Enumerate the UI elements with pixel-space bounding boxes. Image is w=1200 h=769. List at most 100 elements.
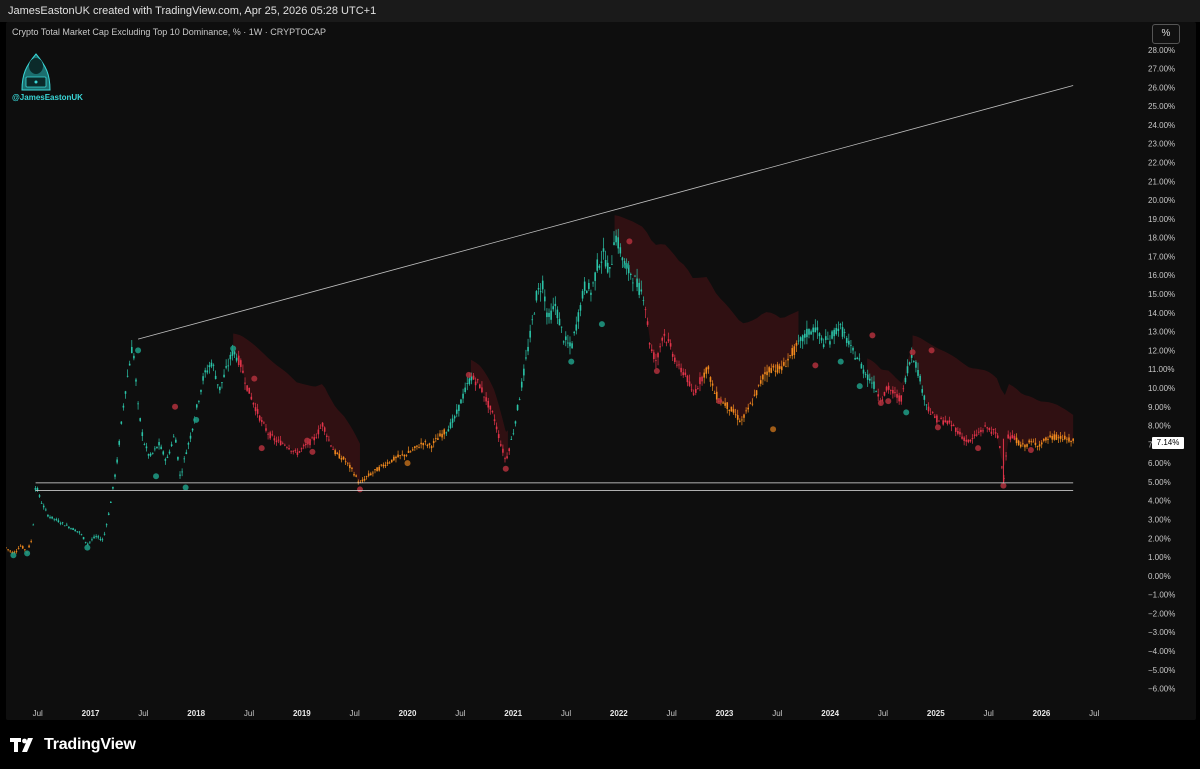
- candle-body: [816, 327, 819, 331]
- candle-body: [724, 402, 726, 406]
- pivot-marker: [837, 358, 844, 365]
- candle-body: [112, 486, 114, 489]
- y-tick-label: −4.00%: [1148, 647, 1175, 656]
- candle-body: [688, 381, 691, 386]
- candle-body: [145, 446, 148, 449]
- x-tick-label: 2021: [504, 709, 522, 718]
- pivot-marker: [309, 448, 316, 455]
- candle-body: [998, 446, 1001, 448]
- pivot-marker: [172, 403, 179, 410]
- y-tick-label: 17.00%: [1148, 252, 1175, 261]
- candle-body: [887, 385, 890, 390]
- candle-body: [967, 439, 970, 443]
- candle-body: [61, 522, 64, 524]
- candle-body: [877, 394, 879, 397]
- candle-body: [896, 394, 898, 398]
- candle-body: [567, 342, 569, 344]
- candle-body: [1028, 440, 1030, 443]
- candle-body: [120, 421, 123, 424]
- candle-body: [709, 377, 712, 382]
- candle-body: [325, 435, 328, 437]
- candle-body: [590, 292, 592, 295]
- candle-body: [657, 353, 659, 358]
- candle-body: [107, 513, 110, 515]
- candle-body: [577, 312, 580, 322]
- candle-body: [311, 437, 313, 439]
- candle-body: [726, 402, 729, 409]
- price-chart[interactable]: 28.00% 27.00% 26.00% 25.00% 24.00% 23.00% 22.0…: [6, 22, 1196, 720]
- candle-body: [416, 445, 418, 447]
- x-tick-label: Jul: [244, 709, 254, 718]
- chart-panel[interactable]: 28.00% 27.00% 26.00% 25.00% 24.00% 23.00% 22.0…: [6, 22, 1196, 720]
- candle-body: [493, 419, 496, 422]
- candle-body: [774, 370, 777, 372]
- pivot-marker: [465, 371, 472, 378]
- candle-body: [963, 437, 965, 441]
- candle-body: [147, 454, 150, 456]
- candle-body: [497, 434, 500, 439]
- candle-body: [755, 390, 758, 396]
- candle-body: [699, 377, 701, 385]
- candle-body: [770, 368, 773, 373]
- candle-body: [692, 393, 695, 395]
- candle-body: [1026, 444, 1028, 447]
- candle-body: [260, 420, 263, 422]
- pivot-marker: [230, 345, 237, 352]
- candle-body: [1024, 444, 1026, 448]
- candle-body: [206, 370, 209, 373]
- pivot-marker: [626, 238, 633, 245]
- candle-body: [124, 391, 127, 394]
- pivot-marker: [568, 358, 575, 365]
- x-tick-label: Jul: [33, 709, 43, 718]
- candle-body: [860, 363, 863, 369]
- candle-body: [546, 312, 548, 318]
- candle-body: [927, 406, 930, 412]
- tradingview-brand[interactable]: TradingView: [10, 736, 136, 754]
- candle-body: [556, 309, 559, 319]
- candle-body: [600, 261, 603, 263]
- candle-body: [835, 327, 838, 335]
- candle-body: [53, 518, 56, 520]
- candle-body: [313, 437, 316, 441]
- candle-body: [424, 441, 427, 443]
- y-tick-label: −2.00%: [1148, 609, 1175, 618]
- pivot-marker: [502, 465, 509, 472]
- x-tick-label: Jul: [138, 709, 148, 718]
- candle-body: [122, 405, 125, 408]
- y-tick-label: 22.00%: [1148, 158, 1175, 167]
- candle-body: [72, 528, 74, 531]
- y-tick-label: −5.00%: [1148, 666, 1175, 675]
- pivot-marker: [1000, 482, 1007, 489]
- percent-scale-button[interactable]: %: [1152, 24, 1180, 44]
- candle-body: [355, 475, 357, 477]
- candle-body: [336, 452, 339, 454]
- candle-body: [598, 265, 601, 268]
- candle-body: [372, 472, 374, 474]
- candle-body: [105, 524, 108, 526]
- candle-body: [21, 546, 24, 549]
- candle-body: [868, 378, 871, 381]
- pivot-marker: [928, 347, 935, 354]
- candle-body: [665, 342, 668, 344]
- candle-body: [479, 384, 481, 389]
- candle-body: [93, 536, 95, 539]
- candle-body: [28, 545, 30, 548]
- candle-body: [80, 534, 83, 536]
- candle-body: [57, 520, 60, 523]
- pivot-marker: [24, 550, 31, 557]
- candle-body: [233, 351, 236, 355]
- candle-body: [992, 428, 995, 430]
- candle-body: [130, 346, 133, 354]
- candle-body: [690, 389, 693, 391]
- candle-body: [464, 387, 466, 393]
- candle-body: [101, 539, 104, 541]
- candle-body: [751, 403, 754, 405]
- candle-body: [481, 387, 483, 393]
- bear-cloud-area: [233, 333, 360, 484]
- candle-body: [747, 407, 749, 410]
- candle-body: [866, 374, 869, 380]
- x-tick-label: Jul: [984, 709, 994, 718]
- candle-body: [1059, 435, 1062, 439]
- candle-body: [676, 364, 678, 366]
- candle-body: [208, 365, 211, 368]
